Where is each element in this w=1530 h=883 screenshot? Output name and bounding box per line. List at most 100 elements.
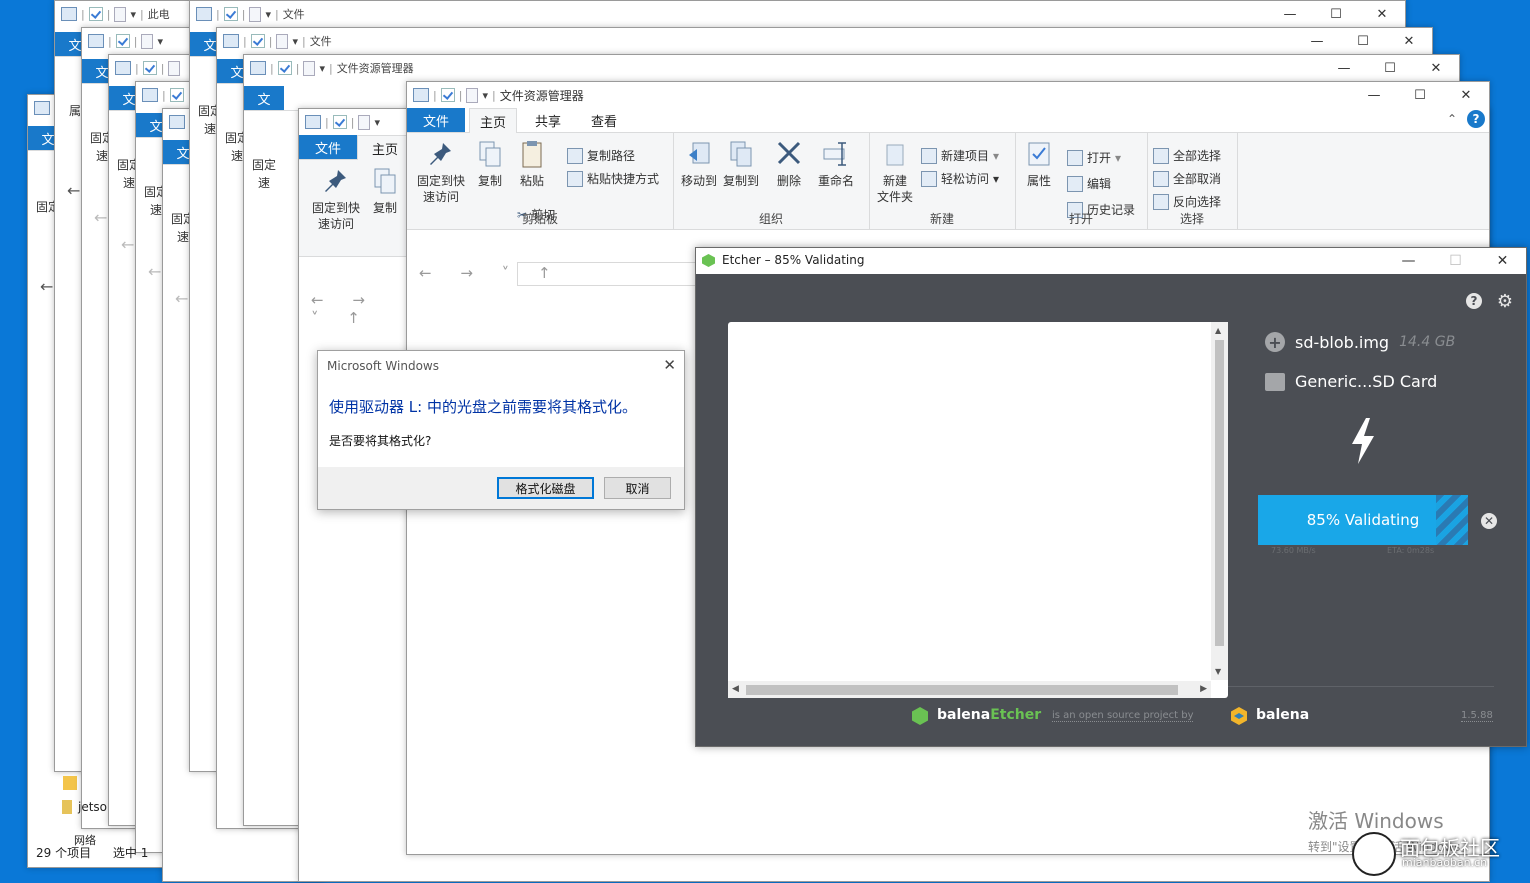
collapse-ribbon-icon[interactable]: ⌃ — [1447, 112, 1457, 126]
dropdown-icon[interactable]: ▾ — [482, 89, 488, 102]
invert-selection-button[interactable]: 反向选择 — [1153, 193, 1221, 210]
minimize-button[interactable]: — — [1385, 248, 1432, 274]
new-folder-button[interactable]: 新建 文件夹 — [873, 139, 917, 205]
divider — [1228, 686, 1494, 687]
dropdown-icon[interactable]: ▾ — [319, 62, 325, 75]
scroll-left-icon[interactable]: ◀ — [732, 684, 739, 694]
copy-path-button[interactable]: 复制路径 — [567, 147, 635, 164]
move-to-button[interactable]: 移动到 — [679, 139, 719, 189]
tab-home[interactable]: 主页 — [469, 108, 518, 133]
address-bar: ← → ˅ ↑ — [299, 283, 407, 327]
properties-button[interactable]: 属性 — [1021, 139, 1057, 189]
open-button[interactable]: 打开 ▾ — [1067, 149, 1121, 166]
close-button[interactable]: ✕ — [1359, 1, 1405, 27]
pin-quick-access-button[interactable]: 固定到快 速访问 — [413, 139, 469, 205]
arrow-left-icon[interactable]: ← — [94, 210, 107, 226]
select-all-button[interactable]: 全部选择 — [1153, 147, 1221, 164]
help-icon[interactable]: ? — [1466, 293, 1482, 309]
close-button[interactable]: ✕ — [1413, 55, 1459, 81]
etcher-window[interactable]: Etcher – 85% Validating — ☐ ✕ ? ⚙ ▲ ▼ ◀ … — [695, 247, 1527, 747]
checkbox-icon[interactable] — [332, 115, 347, 129]
arrow-left-icon[interactable]: ← — [148, 264, 161, 280]
window-icon — [196, 7, 212, 21]
paste-button[interactable]: 粘贴 — [515, 139, 549, 189]
network-label[interactable]: 网络 — [74, 832, 96, 848]
tab-share[interactable]: 共享 — [525, 108, 571, 132]
easy-access-button[interactable]: 轻松访问 ▾ — [921, 170, 999, 187]
group-label: 选择 — [1179, 212, 1204, 226]
file-item[interactable]: jetso — [62, 800, 107, 814]
window-icon — [250, 61, 266, 75]
close-button[interactable]: ✕ — [1479, 248, 1526, 274]
dropdown-icon[interactable]: ▾ — [265, 8, 271, 21]
checkbox-icon[interactable] — [169, 88, 184, 102]
scrollbar-thumb[interactable] — [746, 685, 1178, 695]
maximize-button[interactable]: ☐ — [1432, 248, 1479, 274]
gear-icon[interactable]: ⚙ — [1497, 291, 1513, 312]
minimize-button[interactable]: — — [1351, 82, 1397, 108]
cancel-button[interactable]: 取消 — [604, 477, 671, 499]
maximize-button[interactable]: ☐ — [1397, 82, 1443, 108]
maximize-button[interactable]: ☐ — [1340, 28, 1386, 54]
edit-label: 编辑 — [1087, 177, 1112, 191]
checkbox-icon[interactable] — [277, 61, 292, 75]
open-source-link[interactable]: is an open source project by — [1052, 710, 1194, 722]
checkbox-icon[interactable] — [440, 88, 455, 102]
scroll-right-icon[interactable]: ▶ — [1200, 684, 1207, 694]
tab-file[interactable]: 文件 — [407, 108, 465, 132]
help-icon[interactable]: ? — [1467, 110, 1485, 128]
checkbox-icon[interactable] — [223, 7, 238, 21]
delete-button[interactable]: 删除 — [773, 139, 805, 189]
tab-home[interactable]: 主页 — [357, 135, 413, 160]
horizontal-scrollbar[interactable]: ◀ ▶ — [728, 681, 1211, 698]
maximize-button[interactable]: ☐ — [1367, 55, 1413, 81]
navigation-arrows-icon[interactable]: ← → ˅ ↑ — [311, 291, 407, 327]
dropdown-icon[interactable]: ▾ — [157, 35, 163, 48]
scrollbar-thumb[interactable] — [1215, 340, 1224, 646]
minimize-button[interactable]: — — [1294, 28, 1340, 54]
delete-label: 删除 — [776, 174, 801, 188]
paste-shortcut-button[interactable]: 粘贴快捷方式 — [567, 170, 659, 187]
tab-file[interactable]: 文 — [244, 86, 284, 110]
checkbox-icon[interactable] — [88, 7, 103, 21]
minimize-button[interactable]: — — [1321, 55, 1367, 81]
arrow-left-icon[interactable]: ← — [175, 291, 188, 307]
image-info: + sd-blob.img 14.4 GB — [1265, 332, 1455, 352]
dropdown-icon[interactable]: ▾ — [374, 116, 380, 129]
pin-quick-access-button[interactable]: 固定到快 速访问 — [305, 166, 367, 232]
version-link[interactable]: 1.5.88 — [1461, 710, 1493, 722]
copy-to-button[interactable]: 复制到 — [721, 139, 761, 189]
etcher-brand[interactable]: balenaEtcher — [937, 707, 1041, 723]
checkbox-icon[interactable] — [250, 34, 265, 48]
balena-brand[interactable]: balena — [1256, 707, 1309, 723]
checkbox-icon[interactable] — [115, 34, 130, 48]
close-icon[interactable]: ✕ — [663, 356, 676, 374]
maximize-button[interactable]: ☐ — [1313, 1, 1359, 27]
format-disk-button[interactable]: 格式化磁盘 — [497, 477, 594, 499]
scroll-down-icon[interactable]: ▼ — [1215, 667, 1221, 676]
close-button[interactable]: ✕ — [1443, 82, 1489, 108]
arrow-left-icon[interactable]: ← — [67, 183, 80, 199]
rename-button[interactable]: 重命名 — [815, 139, 857, 189]
dropdown-icon[interactable]: ▾ — [130, 8, 136, 21]
dropdown-icon[interactable]: ▾ — [292, 35, 298, 48]
easy-access-icon — [921, 170, 937, 187]
vertical-scrollbar[interactable]: ▲ ▼ — [1211, 322, 1228, 680]
tab-file[interactable]: 文件 — [299, 135, 357, 159]
arrow-left-icon[interactable]: ← — [40, 279, 53, 295]
copy-button[interactable]: 复制 — [473, 139, 507, 189]
tab-view[interactable]: 查看 — [581, 108, 627, 132]
scroll-up-icon[interactable]: ▲ — [1215, 326, 1221, 335]
dropdown-icon: ▾ — [993, 171, 1000, 186]
cancel-flash-icon[interactable]: ✕ — [1481, 513, 1497, 529]
checkbox-icon[interactable] — [142, 61, 157, 75]
close-button[interactable]: ✕ — [1386, 28, 1432, 54]
new-item-button[interactable]: 新建项目 ▾ — [921, 147, 999, 164]
pin-label-partial: 速 — [231, 149, 244, 163]
edit-button[interactable]: 编辑 — [1067, 175, 1111, 192]
copy-button[interactable]: 复制 — [367, 166, 403, 216]
arrow-left-icon[interactable]: ← — [121, 237, 134, 253]
select-none-button[interactable]: 全部取消 — [1153, 170, 1221, 187]
minimize-button[interactable]: — — [1267, 1, 1313, 27]
new-item-icon — [921, 147, 937, 164]
